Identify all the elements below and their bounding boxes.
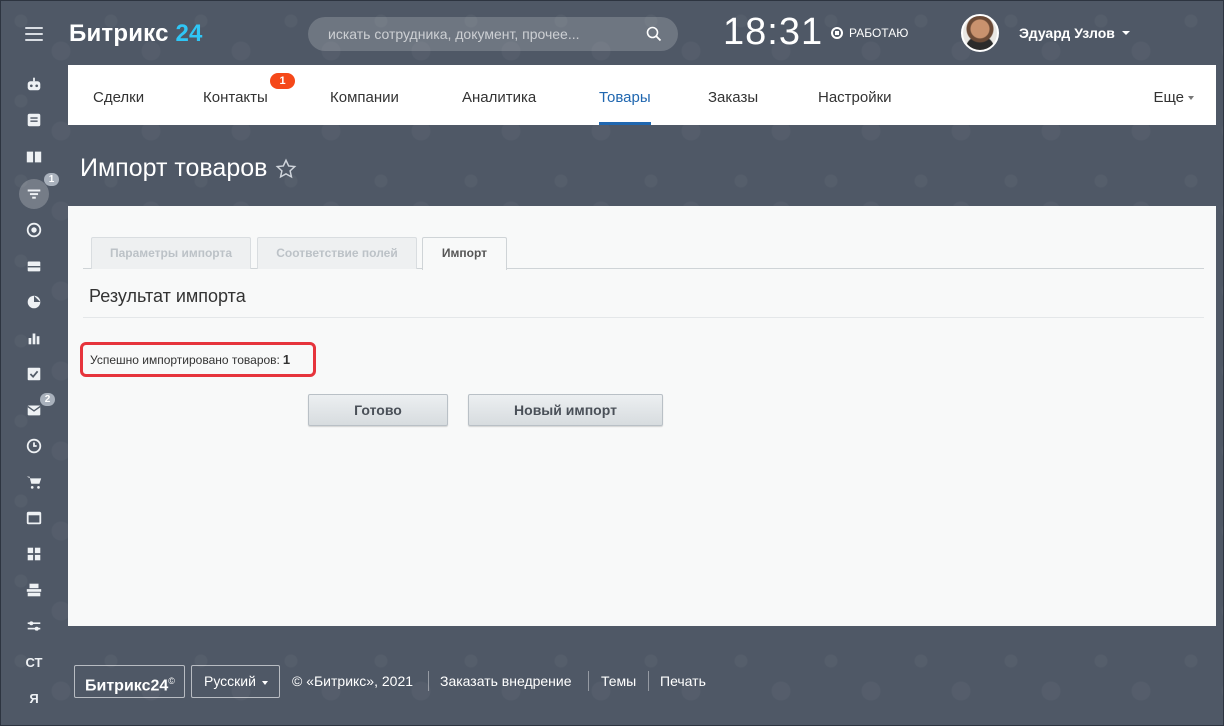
user-name[interactable]: Эдуард Узлов <box>1019 25 1115 41</box>
target-icon[interactable] <box>23 219 45 241</box>
search-bar <box>308 17 678 51</box>
funnel-badge: 1 <box>44 173 59 186</box>
tab-import[interactable]: Импорт <box>422 237 507 270</box>
bar-chart-icon[interactable] <box>23 327 45 349</box>
import-result: Успешно импортировано товаров: 1 <box>80 342 316 377</box>
cart-icon[interactable] <box>23 471 45 493</box>
footer-link-order[interactable]: Заказать внедрение <box>440 673 572 689</box>
task-icon[interactable] <box>23 363 45 385</box>
clock[interactable]: 18:31 <box>723 11 823 54</box>
language-select[interactable]: Русский <box>191 665 280 698</box>
nav-item-settings[interactable]: Настройки <box>818 65 892 125</box>
result-count: 1 <box>282 352 291 367</box>
footer-link-themes[interactable]: Темы <box>601 673 636 689</box>
footer-separator <box>588 671 589 691</box>
footer-separator <box>648 671 649 691</box>
nav-item-orders[interactable]: Заказы <box>708 65 758 125</box>
search-input[interactable] <box>328 26 646 42</box>
sidebar-item-ya[interactable]: Я <box>23 687 45 709</box>
left-sidebar: 1 2 СТ Я <box>1 1 67 726</box>
footer-copyright: © «Битрикс», 2021 <box>292 673 414 689</box>
search-icon[interactable] <box>646 26 662 42</box>
inbox-icon[interactable] <box>23 255 45 277</box>
sidebar-item-st[interactable]: СТ <box>23 651 45 673</box>
bitrix24-logo[interactable]: Битрикс 24 <box>69 20 203 48</box>
nav-item-contacts-label: Контакты <box>203 89 268 106</box>
divider <box>83 317 1204 318</box>
clock-icon[interactable] <box>23 435 45 457</box>
chevron-down-icon <box>262 681 268 685</box>
feed-icon[interactable] <box>23 109 45 131</box>
star-icon[interactable] <box>275 158 297 180</box>
window-icon[interactable] <box>23 507 45 529</box>
nav-item-companies[interactable]: Компании <box>330 65 399 125</box>
settings-sliders-icon[interactable] <box>23 615 45 637</box>
avatar[interactable] <box>961 14 999 52</box>
menu-icon[interactable] <box>25 27 43 41</box>
contacts-counter-badge: 1 <box>270 73 295 89</box>
new-import-button[interactable]: Новый импорт <box>468 394 663 426</box>
nav-item-contacts[interactable]: Контакты 1 <box>203 65 295 125</box>
footer-logo[interactable]: Битрикс24© <box>74 665 185 698</box>
wizard-tabs: Параметры импорта Соответствие полей Имп… <box>83 237 1204 270</box>
chevron-down-icon <box>1188 96 1194 101</box>
apps-icon[interactable] <box>23 543 45 565</box>
tab-import-params[interactable]: Параметры импорта <box>91 237 251 269</box>
tab-field-mapping[interactable]: Соответствие полей <box>257 237 417 269</box>
footer-link-print[interactable]: Печать <box>660 673 706 689</box>
page-title: Импорт товаров <box>80 154 268 182</box>
crm-top-nav: Сделки Контакты 1 Компании Аналитика Тов… <box>68 65 1216 125</box>
pie-icon[interactable] <box>23 291 45 313</box>
done-button[interactable]: Готово <box>308 394 448 426</box>
record-icon <box>831 27 843 39</box>
result-label: Успешно импортировано товаров: <box>90 353 280 367</box>
store-icon[interactable] <box>23 579 45 601</box>
funnel-icon[interactable]: 1 <box>19 173 59 209</box>
import-workarea: Параметры импорта Соответствие полей Имп… <box>68 206 1216 626</box>
robot-icon[interactable] <box>23 73 45 95</box>
nav-more-button[interactable]: Еще <box>1153 65 1194 125</box>
mail-icon[interactable]: 2 <box>23 393 55 421</box>
work-status[interactable]: РАБОТАЮ <box>831 26 908 40</box>
nav-item-analytics[interactable]: Аналитика <box>462 65 536 125</box>
nav-item-products[interactable]: Товары <box>599 65 651 125</box>
chevron-down-icon[interactable] <box>1122 31 1130 35</box>
work-status-label: РАБОТАЮ <box>849 26 909 40</box>
mail-badge: 2 <box>40 393 55 406</box>
book-icon[interactable] <box>23 146 45 168</box>
footer-separator <box>428 671 429 691</box>
nav-item-deals[interactable]: Сделки <box>93 65 144 125</box>
language-label: Русский <box>204 673 256 689</box>
section-title: Результат импорта <box>89 286 246 306</box>
